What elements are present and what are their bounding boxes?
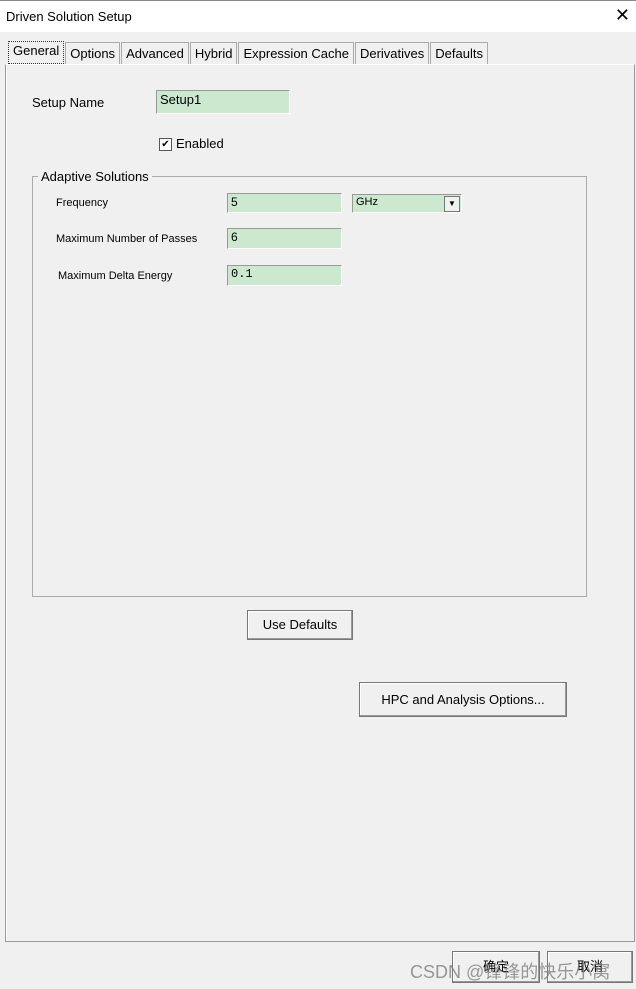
frequency-unit-select[interactable]: GHz ▼ bbox=[352, 194, 462, 213]
tab-bar: General Options Advanced Hybrid Expressi… bbox=[8, 41, 489, 64]
setup-name-label: Setup Name bbox=[32, 95, 105, 110]
tab-expression-cache[interactable]: Expression Cache bbox=[238, 42, 354, 64]
tab-derivatives[interactable]: Derivatives bbox=[354, 42, 430, 64]
hpc-analysis-options-button[interactable]: HPC and Analysis Options... bbox=[359, 682, 567, 717]
close-icon[interactable]: ✕ bbox=[615, 5, 630, 26]
tab-advanced[interactable]: Advanced bbox=[121, 42, 189, 64]
enabled-checkbox[interactable]: ✔ bbox=[159, 138, 172, 151]
max-passes-label: Maximum Number of Passes bbox=[56, 233, 198, 245]
tab-hybrid[interactable]: Hybrid bbox=[189, 42, 238, 64]
frequency-unit-value: GHz bbox=[356, 196, 378, 208]
tab-options[interactable]: Options bbox=[65, 42, 121, 64]
enabled-label: Enabled bbox=[176, 136, 224, 151]
window-title: Driven Solution Setup bbox=[6, 9, 132, 24]
setup-name-input[interactable]: Setup1 bbox=[156, 90, 290, 114]
tab-defaults[interactable]: Defaults bbox=[430, 42, 488, 64]
max-delta-energy-input[interactable]: 0.1 bbox=[227, 265, 342, 286]
chevron-down-icon[interactable]: ▼ bbox=[444, 196, 460, 212]
watermark: CSDN @锋锋的快乐小窝 bbox=[410, 962, 611, 982]
adaptive-solutions-title: Adaptive Solutions bbox=[38, 169, 152, 184]
title-bar: Driven Solution Setup ✕ bbox=[0, 0, 636, 32]
tab-general[interactable]: General bbox=[8, 41, 65, 64]
max-passes-input[interactable]: 6 bbox=[227, 228, 342, 249]
frequency-label: Frequency bbox=[56, 197, 108, 209]
use-defaults-button[interactable]: Use Defaults bbox=[247, 610, 353, 640]
max-delta-energy-label: Maximum Delta Energy bbox=[58, 270, 173, 282]
frequency-input[interactable]: 5 bbox=[227, 193, 342, 213]
